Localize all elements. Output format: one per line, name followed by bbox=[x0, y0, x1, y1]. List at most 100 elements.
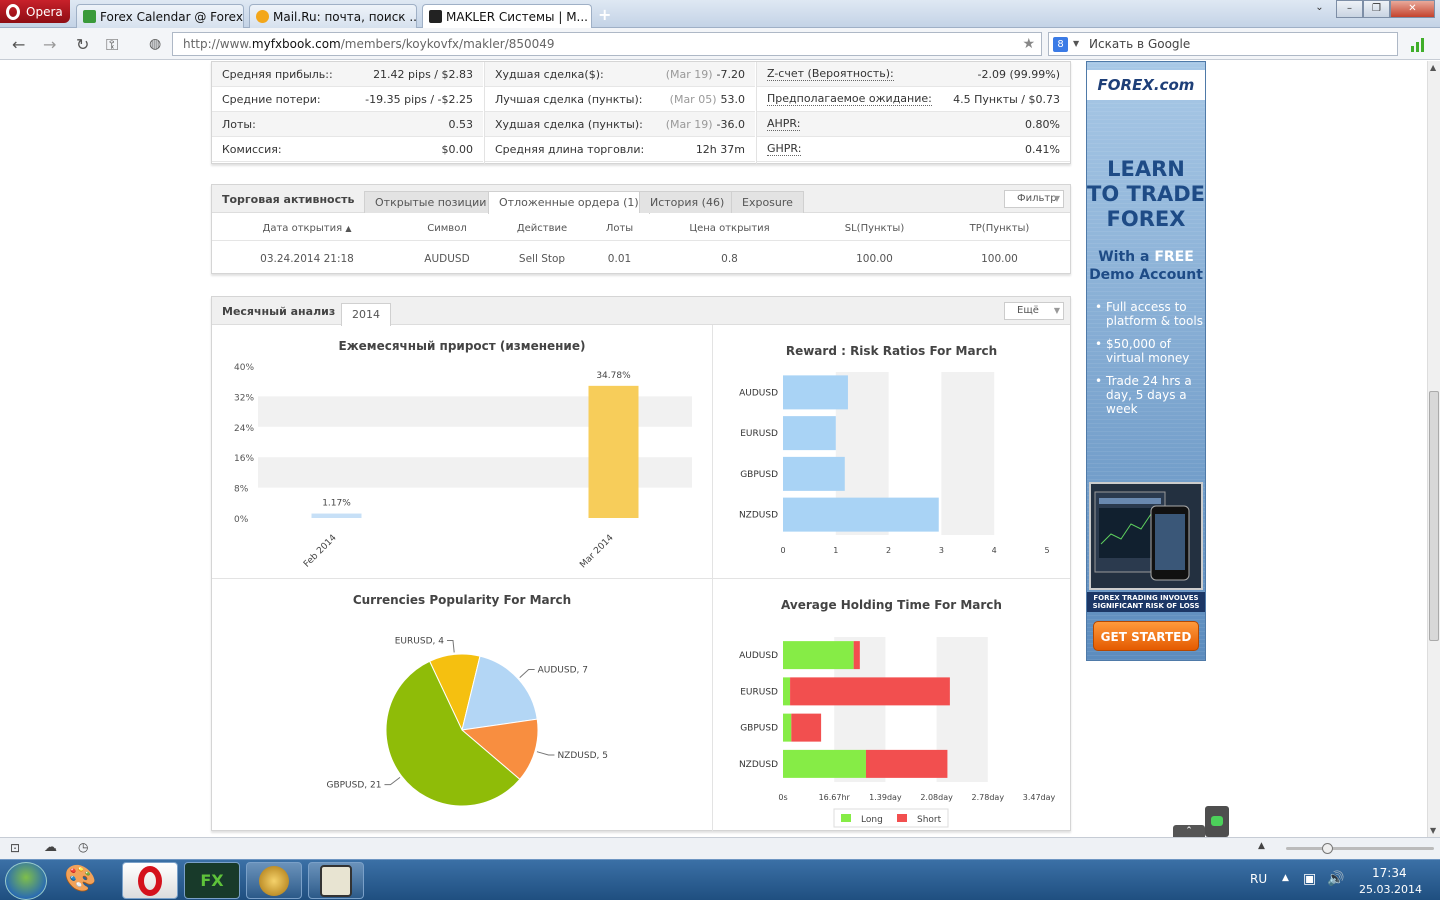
scrollbar-thumb[interactable] bbox=[1429, 391, 1439, 641]
tab-open-positions[interactable]: Открытые позиции bbox=[364, 191, 498, 213]
monthly-analysis-title: Месячный анализ bbox=[222, 305, 336, 318]
bar-segment bbox=[790, 677, 950, 706]
legend-swatch bbox=[897, 814, 907, 822]
page-scrollbar[interactable]: ▲ ▼ bbox=[1427, 61, 1440, 837]
column-header-open-date[interactable]: Дата открытия ▲ bbox=[257, 223, 357, 234]
start-button-icon[interactable] bbox=[5, 862, 47, 900]
taskbar-forex-app-icon[interactable]: FX bbox=[184, 862, 240, 899]
stat-value: -7.20 bbox=[716, 67, 745, 81]
forward-icon[interactable]: → bbox=[43, 35, 56, 54]
forex-ad-banner[interactable]: FOREX.com LEARN TO TRADE FOREX With a FR… bbox=[1086, 61, 1206, 661]
monthly-growth-svg: 0% 8% 16% 24% 32% 40% 1.17% Feb 2014 34.78% Mar 2… bbox=[234, 363, 692, 570]
stat-label: Лоты: bbox=[222, 117, 256, 131]
close-tab-icon[interactable]: ✕ bbox=[588, 10, 591, 23]
panel-toggle-icon[interactable]: ⊡ bbox=[10, 841, 20, 855]
scroll-down-icon[interactable]: ▼ bbox=[1430, 826, 1436, 835]
y-tick-label: NZDUSD bbox=[739, 511, 778, 521]
back-icon[interactable]: ← bbox=[12, 35, 25, 54]
paint-app-icon[interactable]: 🎨 bbox=[64, 864, 108, 898]
stats-column-2: Худшая сделка($): (Mar 19) -7.20 Лучшая сд… bbox=[484, 62, 755, 165]
ad-headline: LEARN TO TRADE FOREX bbox=[1087, 157, 1205, 232]
cloud-icon[interactable]: ☁ bbox=[44, 840, 57, 855]
language-indicator[interactable]: RU bbox=[1250, 872, 1267, 886]
opera-menu-label: Opera bbox=[26, 4, 63, 19]
trading-activity-header: Торговая активность Открытые позиции Отл… bbox=[212, 185, 1070, 214]
taskbar-hedge-app-icon[interactable] bbox=[308, 862, 364, 899]
stats-column-3: Z-счет (Вероятность): -2.09 (99.99%) Пред… bbox=[756, 62, 1070, 165]
tab-exposure[interactable]: Exposure bbox=[731, 191, 804, 213]
stat-label[interactable]: GHPR: bbox=[767, 142, 802, 156]
minimize-icon[interactable]: – bbox=[1336, 0, 1363, 18]
network-icon[interactable]: ▣ bbox=[1303, 871, 1316, 887]
column-header-lots[interactable]: Лоты bbox=[587, 223, 652, 234]
stat-value: 0.80% bbox=[1025, 117, 1060, 131]
tab-list-chevron-icon[interactable]: ⌄ bbox=[1306, 0, 1333, 18]
y-tick-label: 16% bbox=[234, 454, 254, 464]
stat-value: -2.09 (99.99%) bbox=[977, 67, 1060, 81]
stat-label[interactable]: AHPR: bbox=[767, 117, 801, 131]
reload-icon[interactable]: ↻ bbox=[76, 35, 89, 54]
pie-leader-line bbox=[536, 751, 555, 756]
y-tick-label: GBPUSD bbox=[740, 470, 778, 480]
volume-icon[interactable]: 🔊 bbox=[1327, 871, 1344, 887]
scroll-up-icon[interactable]: ▲ bbox=[1430, 63, 1436, 72]
mail-favicon-icon bbox=[256, 10, 269, 23]
tab-pending-orders[interactable]: Отложенные ордера (1) bbox=[488, 191, 650, 214]
stat-value: 0.53 bbox=[448, 117, 474, 131]
taskbar-opera-icon[interactable] bbox=[122, 862, 178, 899]
stat-label[interactable]: Z-счет (Вероятность): bbox=[767, 67, 894, 81]
x-tick-label: 1 bbox=[833, 546, 838, 555]
taskbar-trading-app-icon[interactable] bbox=[246, 862, 302, 899]
bar-segment bbox=[783, 749, 866, 778]
tab-forex-calendar[interactable]: Forex Calendar @ Forex...✕ bbox=[76, 4, 244, 28]
tab-makler[interactable]: MAKLER Системы | M...✕ bbox=[422, 4, 592, 28]
maximize-icon[interactable]: ❐ bbox=[1363, 0, 1390, 18]
url-field[interactable]: http://www.myfxbook.com/members/koykovfx… bbox=[172, 32, 1042, 56]
trading-activity-card: Торговая активность Открытые позиции Отл… bbox=[211, 184, 1071, 274]
stat-value: 12h 37m bbox=[695, 142, 745, 156]
x-tick-label: 3 bbox=[939, 546, 944, 555]
tab-year-2014[interactable]: 2014 bbox=[341, 303, 391, 326]
column-header-sl[interactable]: SL(Пункты) bbox=[827, 223, 922, 234]
column-header-tp[interactable]: TP(Пункты) bbox=[952, 223, 1047, 234]
column-header-label: Дата открытия bbox=[262, 223, 343, 234]
close-window-icon[interactable]: ✕ bbox=[1390, 0, 1435, 18]
zoom-slider[interactable] bbox=[1286, 843, 1434, 854]
speed-dial-icon[interactable]: ◷ bbox=[78, 840, 88, 854]
search-field[interactable]: 8 ▼ Искать в Google bbox=[1048, 32, 1398, 56]
zoom-up-icon[interactable]: ▲ bbox=[1258, 841, 1265, 851]
stat-label[interactable]: Предполагаемое ожидание: bbox=[767, 92, 932, 106]
page-content: Средняя прибыль:: 21.42 pips / $2.83 Сред… bbox=[0, 61, 1427, 837]
column-header-action[interactable]: Действие bbox=[497, 223, 587, 234]
pie-label: GBPUSD, 21 bbox=[326, 781, 381, 791]
bookmark-star-icon[interactable]: ★ bbox=[1022, 33, 1035, 55]
tab-history[interactable]: История (46) bbox=[639, 191, 736, 213]
chat-widget-button[interactable] bbox=[1205, 806, 1229, 837]
tray-expand-icon[interactable]: ▲ bbox=[1282, 873, 1289, 883]
more-button[interactable]: Ещё ▼ bbox=[1004, 302, 1064, 320]
x-tick-label: 5 bbox=[1044, 546, 1049, 555]
filter-label: Фильтр bbox=[1017, 193, 1057, 204]
zoom-slider-handle[interactable] bbox=[1322, 843, 1333, 854]
y-tick-label: 32% bbox=[234, 393, 254, 403]
stat-label: Худшая сделка (пункты): bbox=[495, 117, 643, 131]
clock-date[interactable]: 25.03.2014 bbox=[1359, 883, 1422, 896]
y-tick-label: EURUSD bbox=[740, 429, 778, 439]
x-tick-label: 2 bbox=[886, 546, 891, 555]
x-tick-label: Feb 2014 bbox=[302, 533, 339, 570]
get-started-button[interactable]: GET STARTED bbox=[1093, 621, 1199, 651]
bar-segment bbox=[783, 641, 854, 670]
clock-time[interactable]: 17:34 bbox=[1372, 866, 1407, 880]
key-icon[interactable]: ⚿ bbox=[106, 35, 118, 55]
holding-time-chart: Average Holding Time For March AUDUSD EUR… bbox=[713, 579, 1070, 831]
filter-button[interactable]: Фильтр ▼ bbox=[1004, 190, 1064, 208]
new-tab-icon[interactable]: + bbox=[598, 5, 611, 24]
tab-mail-ru[interactable]: Mail.Ru: почта, поиск ...✕ bbox=[249, 4, 417, 28]
column-header-symbol[interactable]: Символ bbox=[402, 223, 492, 234]
site-info-icon[interactable]: ◍ bbox=[149, 36, 161, 52]
opera-menu-button[interactable]: Opera bbox=[0, 0, 70, 23]
scroll-top-button[interactable]: ⌃ bbox=[1173, 825, 1205, 837]
search-engine-chevron-icon[interactable]: ▼ bbox=[1073, 33, 1079, 55]
column-header-open-price[interactable]: Цена открытия bbox=[677, 223, 782, 234]
stat-row: Предполагаемое ожидание: 4.5 Пункты / $0.… bbox=[757, 87, 1070, 112]
